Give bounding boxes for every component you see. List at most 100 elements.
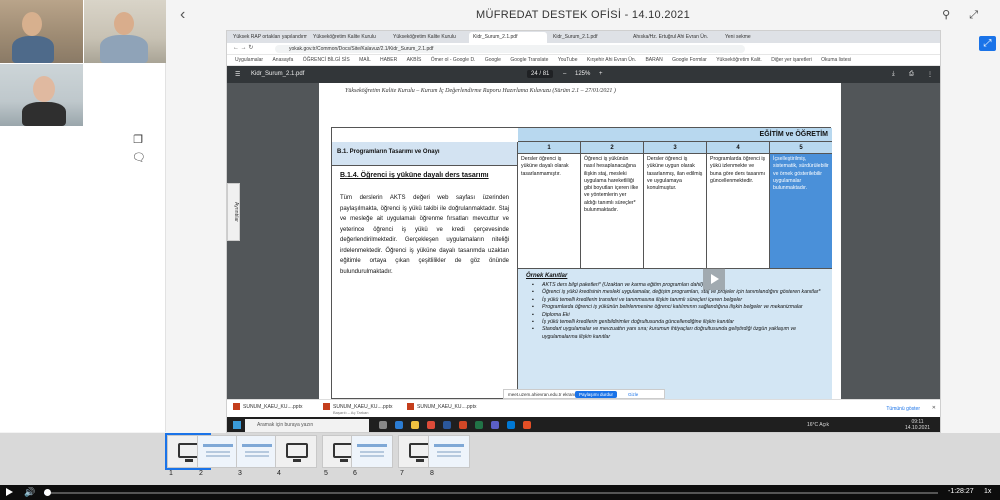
address-bar[interactable]: yokak.gov.tr/Common/Docs/Site/Kalavuz/2.… — [275, 45, 745, 53]
download-item[interactable]: SUNUM_KAEU_KU....pptx — [407, 403, 476, 410]
weather-label[interactable]: 16°C Açık — [807, 422, 829, 428]
evidence-item: Diploma Eki — [526, 312, 824, 320]
bookmark[interactable]: YouTube — [558, 57, 578, 63]
panel-tools: ❐ 🗨 — [132, 130, 165, 166]
details-side-tab[interactable]: Ayrıntılar — [227, 183, 240, 241]
page-indicator[interactable]: 24 / 81 — [527, 70, 554, 78]
bookmark[interactable]: Anasayfa — [272, 57, 293, 63]
word-icon[interactable] — [443, 421, 451, 429]
pdf-toolbar: ☰ Kidr_Surum_2.1.pdf 24 / 81 – 125% + ⤓ … — [227, 66, 940, 83]
bookmark[interactable]: Google — [485, 57, 501, 63]
level-cell: Öğrenci iş yükünün nasıl hesaplanacağına… — [581, 154, 644, 269]
playback-speed[interactable]: 1x — [984, 488, 991, 495]
menu-icon[interactable]: ☰ — [235, 71, 240, 78]
browser-tab-active[interactable]: Kidr_Surum_2.1.pdf — [469, 32, 547, 43]
more-icon[interactable]: ⋮ — [927, 71, 933, 78]
rubric-table: EĞİTİM ve ÖĞRETİM B.1. Programların Tasa… — [331, 127, 832, 400]
download-icon[interactable]: ⤓ — [892, 71, 895, 78]
chrome-icon[interactable] — [427, 421, 435, 429]
bookmark[interactable]: MAİL — [359, 57, 370, 63]
bookmark[interactable]: Okuma listesi — [821, 57, 851, 63]
evidence-item: İş yükü temelli kredilerin transferi ve … — [526, 297, 824, 305]
evidence-list: AKTS ders bilgi paketleri* (Uzaktan ve k… — [526, 282, 824, 341]
volume-icon[interactable]: 🔊 — [24, 487, 35, 498]
edge-icon[interactable] — [395, 421, 403, 429]
teams-icon[interactable] — [491, 421, 499, 429]
monitor-icon — [286, 443, 308, 462]
participant-video-3[interactable] — [0, 64, 83, 126]
bookmark[interactable]: ÖĞRENCİ BİLGİ SİS — [303, 57, 350, 63]
bookmark[interactable]: HABER — [380, 57, 397, 63]
copy-icon[interactable]: ❐ — [132, 134, 144, 146]
show-all-downloads-link[interactable]: Tümünü göster — [886, 406, 920, 412]
progress-knob[interactable] — [44, 489, 51, 496]
close-icon[interactable]: ✕ — [932, 405, 936, 411]
bookmark[interactable]: Diğer yer işaretleri — [771, 57, 812, 63]
level-header: 3 — [644, 142, 707, 154]
evidence-item: Öğrenci iş yükü kredisinin mesleki uygul… — [526, 289, 824, 297]
fullscreen-icon[interactable]: ⤢ — [979, 36, 996, 51]
clock-date: 14.10.2021 — [905, 425, 931, 431]
section-title: B.1. Programların Tasarımı ve Onayı — [332, 142, 518, 166]
bookmarks-bar: Uygulamalar Anasayfa ÖĞRENCİ BİLGİ SİS M… — [227, 55, 940, 66]
bookmark[interactable]: Google Formlar — [672, 57, 707, 63]
download-item[interactable]: SUNUM_KAEU_KU....pptx Başarılı – Aç Tark… — [323, 403, 392, 415]
taskbar-clock[interactable]: 09:11 14.10.2021 — [905, 419, 930, 431]
level-header: 2 — [581, 142, 644, 154]
browser-tab[interactable]: Yükseköğretim Kalite Kurulu — [309, 32, 387, 43]
bookmark[interactable]: Kırşehir Ahi Evran Ün. — [587, 57, 636, 63]
app-icon[interactable] — [523, 421, 531, 429]
thumbnail-number: 1 — [169, 470, 173, 477]
download-item[interactable]: SUNUM_KAEU_KU....pptx — [233, 403, 302, 410]
thumbnail-number: 5 — [324, 470, 328, 477]
shared-screen-browser: Yüksek RAP ortakları yapılandırma Yüksek… — [226, 30, 941, 433]
slide-thumbnail — [351, 435, 393, 468]
level-cell: Dersler öğrenci iş yüküne uygun olarak t… — [644, 154, 707, 269]
browser-tab[interactable]: Yeni sekme — [721, 32, 781, 43]
play-icon[interactable] — [6, 488, 13, 496]
progress-bar[interactable] — [44, 489, 938, 496]
bookmark[interactable]: Uygulamalar — [235, 57, 263, 63]
powerpoint-icon[interactable] — [459, 421, 467, 429]
level-cell: Programlarda öğrenci iş yükü izlenmekte … — [707, 154, 770, 269]
hide-banner-button[interactable]: Gizle — [628, 392, 638, 397]
windows-start-icon[interactable] — [233, 421, 241, 429]
monitor-thumbnail — [275, 435, 317, 468]
page-current[interactable]: 24 — [531, 71, 538, 77]
thumbnail-item[interactable]: 8 — [428, 435, 504, 481]
browser-tab[interactable]: Yükseköğretim Kalite Kurulu — [389, 32, 467, 43]
expand-icon[interactable]: ⤢ — [969, 9, 978, 21]
bookmark[interactable]: Yükseköğretim Kalit. — [716, 57, 762, 63]
task-view-icon[interactable] — [379, 421, 387, 429]
print-icon[interactable]: ⎙ — [909, 71, 914, 78]
chat-icon[interactable]: 🗨 — [132, 152, 146, 164]
folder-icon[interactable] — [411, 421, 419, 429]
bookmark[interactable]: BARAN — [645, 57, 662, 63]
pdf-viewer[interactable]: Ayrıntılar Yükseköğretim Kalite Kurulu –… — [227, 83, 940, 400]
stop-sharing-button[interactable]: Paylaşımı durdur — [575, 391, 618, 398]
bookmark[interactable]: AKBİS — [407, 57, 422, 63]
browser-tab[interactable]: Kidr_Surum_2.1.pdf — [549, 32, 627, 43]
windows-taskbar: Aramak için buraya yazın 16°C Açık 09:11… — [227, 417, 940, 432]
nav-arrows-icon[interactable]: ← → ↻ — [233, 44, 253, 51]
zoom-in-icon[interactable]: + — [599, 71, 603, 77]
excel-icon[interactable] — [475, 421, 483, 429]
bookmark[interactable]: Ömer ol - Google D. — [431, 57, 476, 63]
taskbar-search[interactable]: Aramak için buraya yazın — [245, 419, 369, 432]
browser-tab[interactable]: Yüksek RAP ortakları yapılandırma — [229, 32, 307, 43]
zoom-level[interactable]: 125% — [575, 71, 590, 77]
evidence-item: Programlarda öğrenci iş yükünün belirlen… — [526, 304, 824, 312]
search-icon[interactable]: ⚲ — [942, 9, 950, 21]
pdf-filename: Kidr_Surum_2.1.pdf — [251, 71, 305, 77]
bookmark[interactable]: Google Translate — [510, 57, 548, 63]
thumbnail-number: 8 — [430, 470, 434, 477]
outlook-icon[interactable] — [507, 421, 515, 429]
zoom-out-icon[interactable]: – — [563, 71, 566, 77]
browser-tab[interactable]: Ahıska/Hz. Ertuğrul Ahi Evran Ün. — [629, 32, 719, 43]
participant-video-1[interactable] — [0, 0, 83, 63]
rubric-band-title: EĞİTİM ve ÖĞRETİM — [518, 128, 832, 142]
slide-thumbnail — [197, 435, 239, 468]
participant-video-2[interactable] — [84, 0, 166, 63]
page-header: Yükseköğretim Kalite Kurulu – Kurum İç D… — [345, 88, 616, 94]
play-overlay-icon[interactable] — [703, 268, 725, 290]
